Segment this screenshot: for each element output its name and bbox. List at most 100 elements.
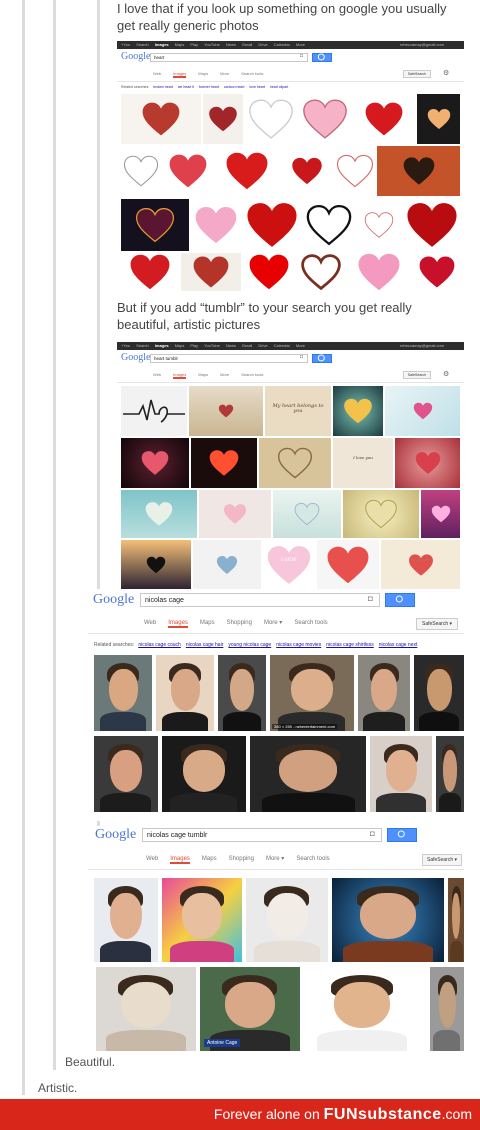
image-result[interactable] (250, 736, 366, 812)
camera-icon[interactable]: ◘ (368, 594, 373, 603)
topbar-link[interactable]: Play (190, 343, 198, 348)
image-result[interactable]: I HOE (263, 540, 315, 590)
topbar-link[interactable]: YouTube (204, 343, 220, 348)
image-result[interactable] (299, 94, 351, 144)
topbar-link[interactable]: YouTube (204, 42, 220, 47)
image-result[interactable] (199, 490, 271, 538)
related-link[interactable]: we heart it (178, 85, 194, 89)
image-result[interactable] (121, 386, 187, 436)
tab-images[interactable]: Images (168, 620, 188, 628)
topbar-link[interactable]: Gmail (242, 42, 252, 47)
image-result[interactable] (357, 199, 401, 251)
image-result[interactable] (377, 146, 460, 196)
topbar-link[interactable]: Drive (258, 343, 267, 348)
image-result[interactable] (281, 146, 333, 196)
image-result[interactable] (191, 199, 241, 251)
gear-icon[interactable]: ⚙ (443, 69, 449, 77)
image-result[interactable] (162, 736, 246, 812)
tab-maps[interactable]: Maps (200, 620, 215, 626)
image-result[interactable] (353, 94, 415, 144)
image-result[interactable] (385, 386, 460, 436)
tab-web[interactable]: Web (146, 856, 158, 862)
topbar-link[interactable]: Search (136, 42, 149, 47)
image-result[interactable] (215, 146, 279, 196)
image-result[interactable] (332, 878, 444, 962)
camera-icon[interactable]: ◘ (370, 829, 375, 838)
search-input[interactable]: heart (150, 53, 308, 62)
image-result[interactable] (243, 199, 301, 251)
image-result[interactable] (421, 490, 460, 538)
image-result[interactable] (436, 736, 464, 812)
tab-more[interactable]: More (220, 71, 229, 76)
image-result[interactable] (317, 540, 379, 590)
safesearch-button[interactable]: SafeSearch (403, 70, 431, 78)
gear-icon[interactable]: ⚙ (443, 370, 449, 378)
search-button[interactable] (385, 593, 415, 607)
topbar-link[interactable]: Drive (258, 42, 267, 47)
safesearch-button[interactable]: SafeSearch ▾ (422, 854, 462, 866)
topbar-link[interactable]: Maps (175, 42, 185, 47)
image-result[interactable] (417, 94, 460, 144)
image-result[interactable] (181, 253, 241, 291)
tab-search-tools[interactable]: Search tools (241, 372, 263, 377)
topbar-link[interactable]: Play (190, 42, 198, 47)
search-input[interactable]: nicolas cage (140, 593, 380, 607)
topbar-link[interactable]: More (296, 343, 305, 348)
account-email[interactable]: rebeccamay@gmail.com (400, 342, 444, 350)
related-link[interactable]: nicolas cage next (379, 642, 418, 648)
tab-images[interactable]: Images (173, 372, 187, 379)
image-result[interactable] (162, 878, 242, 962)
image-result[interactable] (121, 253, 179, 291)
image-result[interactable] (121, 438, 189, 488)
related-link[interactable]: cartoon heart (224, 85, 245, 89)
image-result[interactable]: I love you (333, 438, 393, 488)
related-link[interactable]: heart clipart (270, 85, 288, 89)
image-result[interactable]: my heart (381, 540, 460, 590)
image-result[interactable] (395, 438, 460, 488)
image-result[interactable] (335, 146, 375, 196)
topbar-link[interactable]: Images (155, 343, 169, 348)
image-result[interactable] (414, 655, 464, 731)
image-result[interactable] (121, 490, 197, 538)
image-result[interactable] (343, 490, 419, 538)
tab-web[interactable]: Web (153, 71, 161, 76)
account-email[interactable]: rebeccamay@gmail.com (400, 41, 444, 49)
search-button[interactable] (387, 828, 417, 842)
image-result[interactable] (297, 253, 345, 291)
image-result[interactable]: 380 × 255 - nzbentertainment.com (270, 655, 354, 731)
image-result[interactable]: Antoine Cage (200, 967, 300, 1051)
camera-icon[interactable]: ◘ (300, 53, 303, 59)
image-result[interactable] (370, 736, 432, 812)
image-result[interactable] (218, 655, 266, 731)
topbar-link[interactable]: News (226, 42, 236, 47)
image-result[interactable] (245, 94, 297, 144)
related-link[interactable]: broken heart (153, 85, 173, 89)
tab-maps[interactable]: Maps (202, 856, 217, 862)
image-result[interactable] (413, 253, 460, 291)
tab-shopping[interactable]: Shopping (229, 856, 254, 862)
topbar-link[interactable]: +You (121, 42, 130, 47)
related-link[interactable]: nicolas cage movies (276, 642, 321, 648)
image-result[interactable] (403, 199, 460, 251)
image-result[interactable] (448, 878, 464, 962)
tab-web[interactable]: Web (153, 372, 161, 377)
topbar-link[interactable]: +You (121, 343, 130, 348)
image-result[interactable] (94, 655, 152, 731)
camera-icon[interactable]: ◘ (300, 354, 303, 360)
tab-more[interactable]: More ▾ (264, 619, 282, 626)
image-result[interactable] (347, 253, 411, 291)
related-link[interactable]: nicolas cage couch (138, 642, 181, 648)
image-result[interactable] (303, 199, 355, 251)
tab-maps[interactable]: Maps (198, 71, 208, 76)
topbar-link[interactable]: Gmail (242, 343, 252, 348)
image-result[interactable] (358, 655, 410, 731)
image-result[interactable] (246, 878, 328, 962)
tab-shopping[interactable]: Shopping (227, 620, 252, 626)
image-result[interactable] (191, 438, 257, 488)
search-button[interactable] (312, 354, 332, 363)
safesearch-button[interactable]: SafeSearch (403, 371, 431, 379)
topbar-link[interactable]: Maps (175, 343, 185, 348)
image-result[interactable] (121, 199, 189, 251)
tab-search-tools[interactable]: Search tools (241, 71, 263, 76)
related-link[interactable]: nicolas cage shirtless (326, 642, 374, 648)
